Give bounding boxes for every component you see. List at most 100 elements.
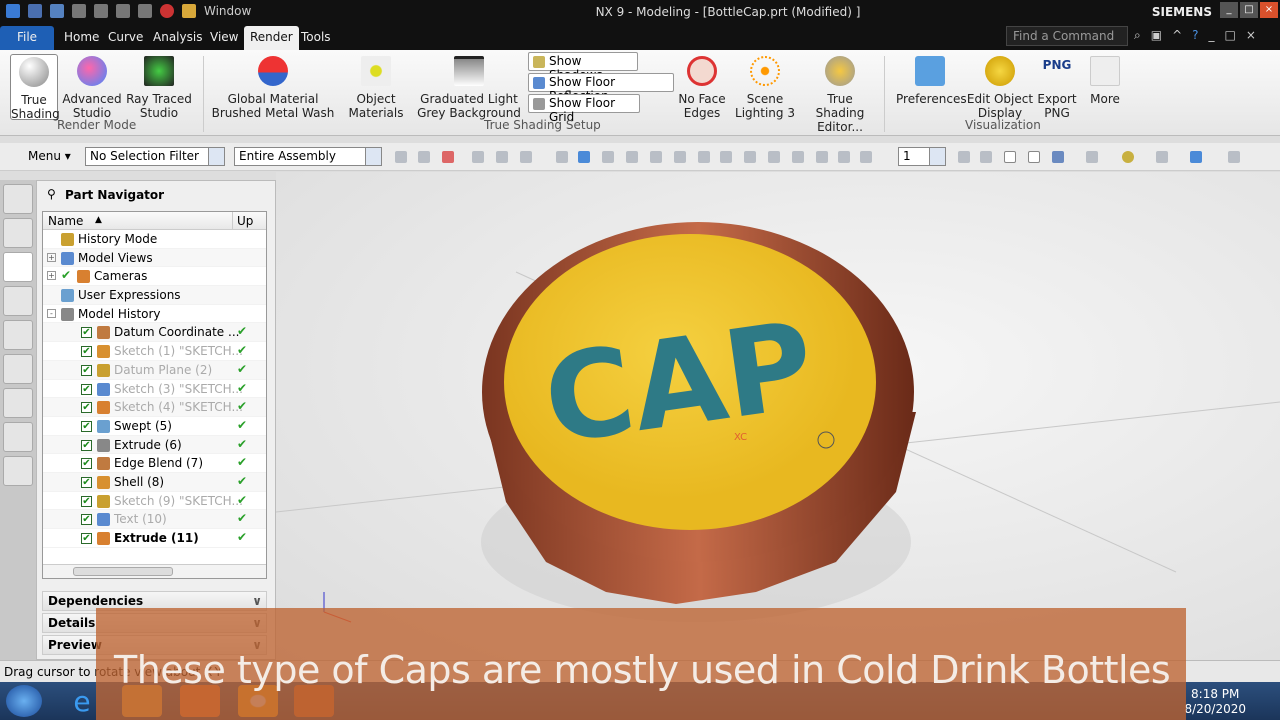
tree-item[interactable]: ✔ Datum Coordinate ... ✔ xyxy=(43,323,266,343)
snap-icon[interactable] xyxy=(792,151,804,163)
select-icon[interactable] xyxy=(442,151,454,163)
tree-item[interactable]: User Expressions xyxy=(43,286,266,305)
checkbox[interactable]: ✔ xyxy=(81,458,92,470)
minimize-button[interactable]: _ xyxy=(1220,2,1238,18)
tab-view[interactable]: View xyxy=(204,26,244,50)
help-icon[interactable]: ? xyxy=(1192,28,1198,43)
snap-icon[interactable] xyxy=(838,151,850,163)
tree-item[interactable]: + Model Views xyxy=(43,248,266,268)
checkbox[interactable]: ✔ xyxy=(81,514,92,526)
tab-tools[interactable]: Tools xyxy=(295,26,337,50)
graphics-viewport[interactable]: CAP XC xyxy=(275,172,1280,660)
snap-icon[interactable] xyxy=(744,151,756,163)
filter-icon[interactable] xyxy=(1156,151,1168,163)
tab-render[interactable]: Render xyxy=(244,26,299,50)
render-style-icon[interactable] xyxy=(1086,151,1098,163)
column-up-to[interactable]: Up to xyxy=(232,212,268,230)
checkbox[interactable]: ✔ xyxy=(81,420,92,432)
checkbox[interactable]: ✔ xyxy=(81,346,92,358)
tree-item[interactable]: ✔ Edge Blend (7) ✔ xyxy=(43,454,266,473)
process-studio-icon[interactable] xyxy=(3,422,33,452)
snap-icon[interactable] xyxy=(626,151,638,163)
edit-object-display-button[interactable]: Edit Object Display xyxy=(966,54,1034,120)
tree-item[interactable]: ✔ Datum Plane (2) ✔ xyxy=(43,360,266,380)
menu-button[interactable]: Menu ▾ xyxy=(10,149,71,163)
tab-file[interactable]: File xyxy=(0,26,54,50)
snap-icon[interactable] xyxy=(674,151,686,163)
checkbox[interactable]: ✔ xyxy=(81,402,92,414)
scroll-thumb[interactable] xyxy=(73,567,173,576)
snap-icon[interactable] xyxy=(395,151,407,163)
tree-item[interactable]: + ✔ Cameras xyxy=(43,267,266,287)
checkbox[interactable]: ✔ xyxy=(81,364,92,376)
true-shading-editor-button[interactable]: True Shading Editor... xyxy=(802,54,878,134)
show-floor-grid-toggle[interactable]: Show Floor Grid xyxy=(528,94,640,124)
scene-lighting-button[interactable]: Scene Lighting 3 xyxy=(732,54,798,120)
maximize-button[interactable]: □ xyxy=(1240,2,1258,18)
snap-icon[interactable] xyxy=(860,151,872,163)
advanced-studio-button[interactable]: Advanced Studio xyxy=(62,54,122,120)
part-navigator-icon[interactable] xyxy=(3,252,33,282)
tree-item[interactable]: ✔ Sketch (1) "SKETCH... ✔ xyxy=(43,342,266,361)
checkbox[interactable]: ✔ xyxy=(81,495,92,507)
preferences-button[interactable]: Preferences xyxy=(896,54,967,106)
web-browser-icon[interactable] xyxy=(3,354,33,384)
ray-traced-studio-button[interactable]: Ray Traced Studio xyxy=(126,54,192,120)
tree-item[interactable]: ✔ Extrude (11) ✔ xyxy=(43,529,266,548)
find-command-input[interactable]: Find a Command xyxy=(1006,26,1128,46)
expand-toggle-icon[interactable]: + xyxy=(47,271,56,281)
toolbar-options-icon[interactable] xyxy=(1228,151,1240,163)
view-icon[interactable] xyxy=(958,151,970,163)
background-button[interactable]: Graduated Light Grey Background xyxy=(414,54,524,120)
close-button[interactable]: × xyxy=(1260,2,1278,18)
layer-dropdown[interactable]: 1 xyxy=(898,147,946,166)
cube-icon[interactable] xyxy=(578,151,590,163)
show-floor-reflection-toggle[interactable]: Show Floor Reflection xyxy=(528,73,674,103)
global-material-button[interactable]: Global Material Brushed Metal Wash xyxy=(210,54,336,120)
expand-toggle-icon[interactable]: + xyxy=(47,252,56,262)
tree-item[interactable]: - Model History xyxy=(43,305,266,324)
search-icon[interactable]: ⌕ xyxy=(1134,28,1141,43)
system-clock[interactable]: 8:18 PM 8/20/2020 xyxy=(1184,687,1246,717)
horizontal-scrollbar[interactable] xyxy=(43,564,266,578)
snap-icon[interactable] xyxy=(602,151,614,163)
snap-icon[interactable] xyxy=(520,151,532,163)
close-icon[interactable]: × xyxy=(1246,28,1256,43)
snap-icon[interactable] xyxy=(650,151,662,163)
object-materials-button[interactable]: Object Materials xyxy=(344,54,408,120)
rotate-icon[interactable] xyxy=(1004,151,1016,163)
tab-curve[interactable]: Curve xyxy=(102,26,149,50)
minimize-icon[interactable]: _ xyxy=(1209,28,1215,43)
info-icon[interactable] xyxy=(3,320,33,350)
assembly-navigator-icon[interactable] xyxy=(3,184,33,214)
wcs-icon[interactable] xyxy=(1190,151,1202,163)
face-edges-button[interactable]: No Face Edges xyxy=(676,54,728,120)
collapse-ribbon-icon[interactable]: ^ xyxy=(1172,28,1182,43)
tab-analysis[interactable]: Analysis xyxy=(147,26,208,50)
tree-item[interactable]: ✔ Shell (8) ✔ xyxy=(43,472,266,492)
expand-toggle-icon[interactable]: - xyxy=(47,308,56,318)
column-name[interactable]: Name xyxy=(48,214,83,228)
reuse-library-icon[interactable] xyxy=(3,286,33,316)
layout-icon[interactable] xyxy=(1052,151,1064,163)
true-shading-button[interactable]: True Shading xyxy=(10,54,60,121)
snap-icon[interactable] xyxy=(556,151,568,163)
snap-icon[interactable] xyxy=(698,151,710,163)
restore-icon[interactable]: □ xyxy=(1225,28,1236,43)
snap-icon[interactable] xyxy=(496,151,508,163)
checkbox[interactable]: ✔ xyxy=(81,439,92,451)
snap-icon[interactable] xyxy=(720,151,732,163)
tree-item[interactable]: ✔ Sketch (9) "SKETCH... ✔ xyxy=(43,492,266,511)
pan-icon[interactable] xyxy=(1028,151,1040,163)
snap-icon[interactable] xyxy=(472,151,484,163)
fullscreen-icon[interactable]: ▣ xyxy=(1151,28,1162,43)
snap-icon[interactable] xyxy=(816,151,828,163)
more-button[interactable]: More xyxy=(1086,54,1124,106)
material-icon[interactable] xyxy=(1122,151,1134,163)
checkbox[interactable]: ✔ xyxy=(81,533,92,544)
visualization-icon[interactable] xyxy=(3,456,33,486)
checkbox[interactable]: ✔ xyxy=(81,383,92,395)
history-icon[interactable] xyxy=(3,388,33,418)
view-icon[interactable] xyxy=(980,151,992,163)
snap-icon[interactable] xyxy=(768,151,780,163)
